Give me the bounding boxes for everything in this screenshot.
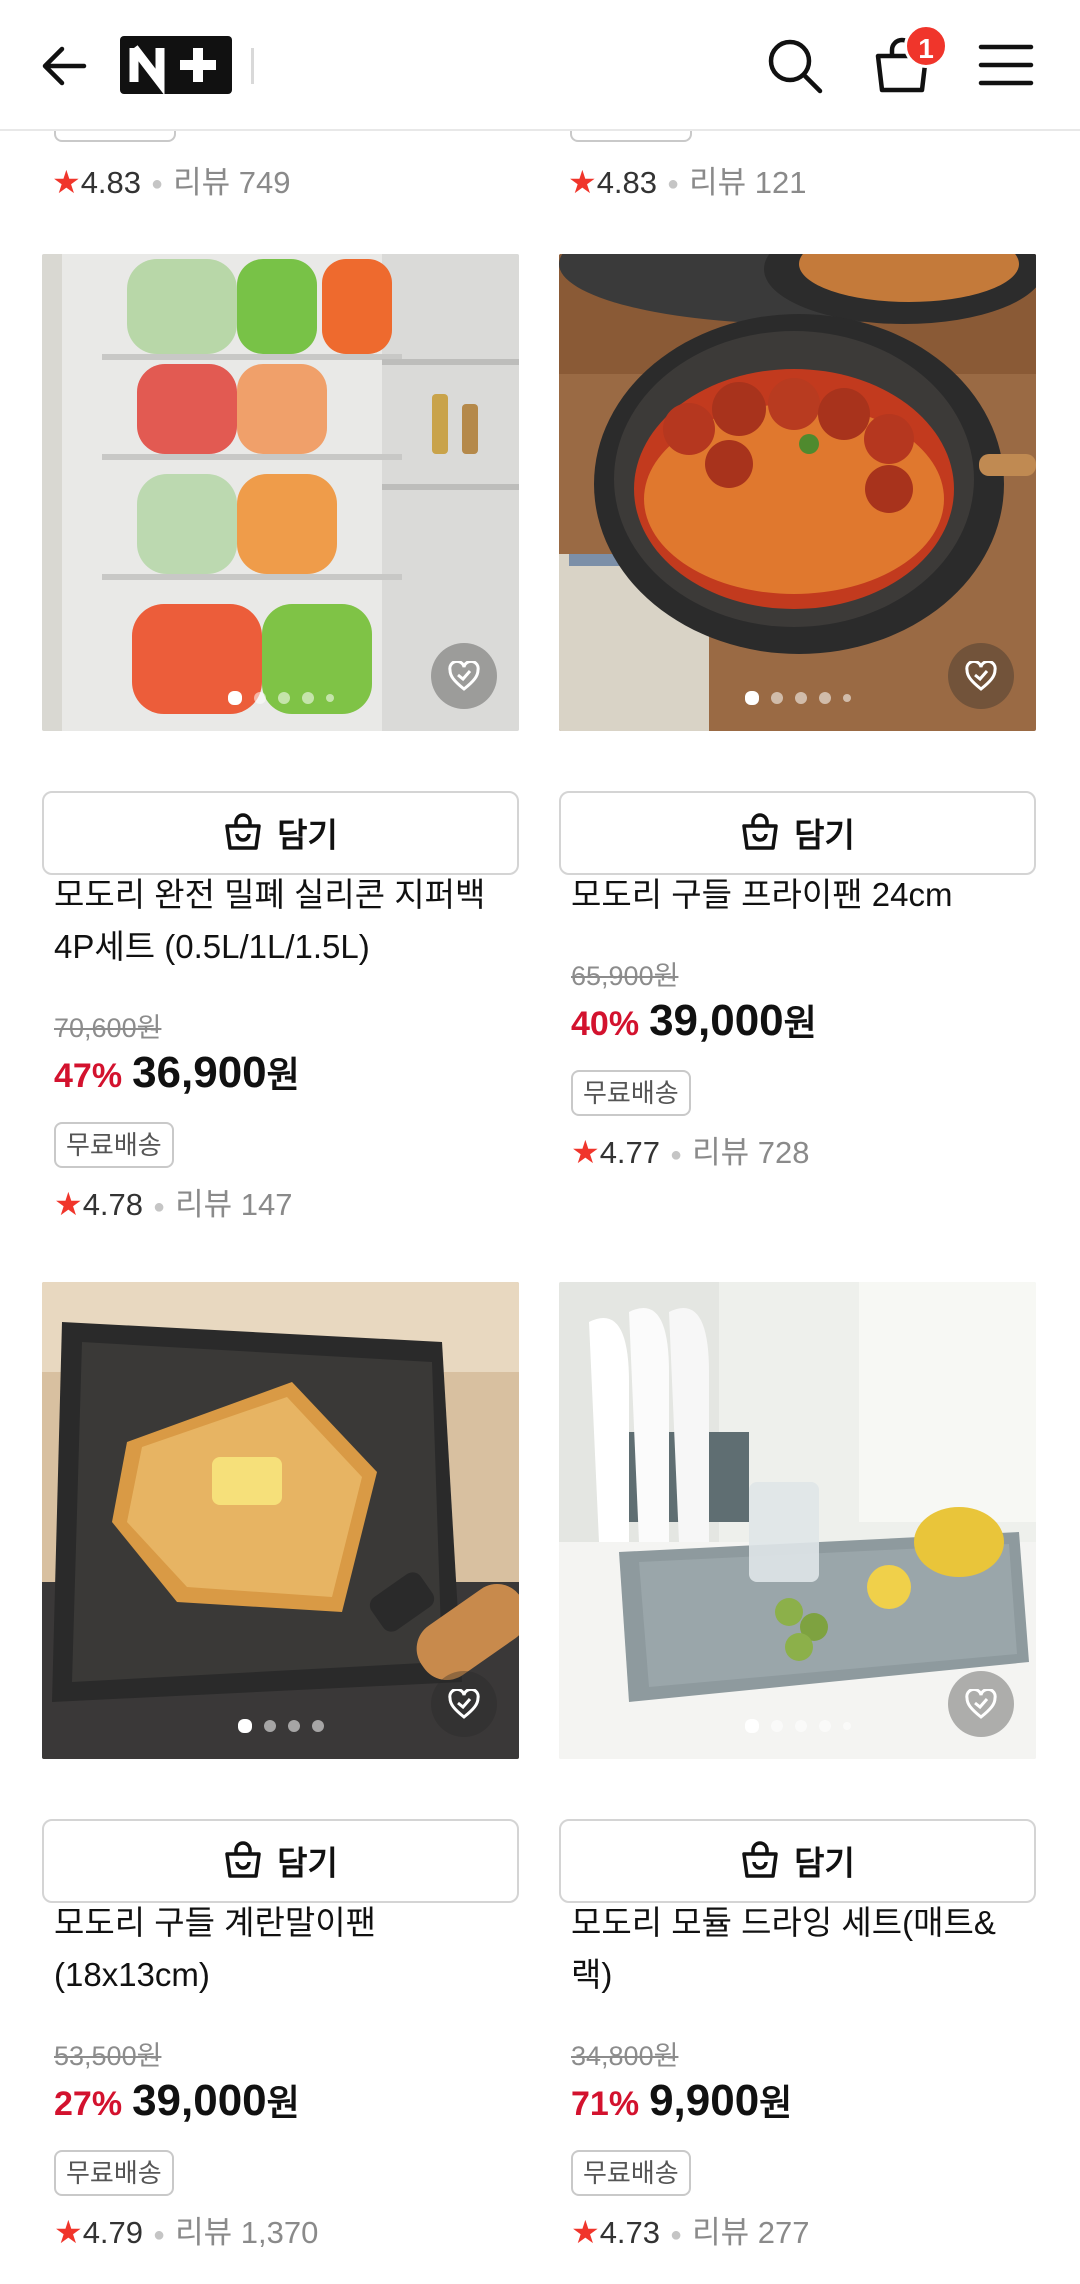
review-label: 리뷰 [175, 1187, 233, 1222]
naver-plus-logo[interactable] [120, 36, 232, 96]
separator-dot: ● [153, 2223, 166, 2246]
rating-value: 4.79 [82, 2215, 144, 2250]
review-count: 121 [754, 165, 807, 200]
shopping-bag-icon [742, 813, 778, 851]
wishlist-heart-button[interactable] [948, 643, 1014, 709]
product-image[interactable] [42, 1282, 519, 1759]
add-button-label: 담기 [794, 1844, 855, 1882]
star-icon: ★ [54, 2214, 83, 2250]
hamburger-menu-icon[interactable] [978, 40, 1034, 90]
separator-dot: ● [151, 173, 164, 196]
free-shipping-tag: 무료배송 [571, 2150, 691, 2196]
shopping-bag-icon [225, 1841, 261, 1879]
review-count: 749 [238, 165, 291, 200]
discount-rate: 47% [54, 1057, 123, 1095]
product-image[interactable] [42, 254, 519, 731]
separator-dot: ● [670, 1143, 683, 1166]
currency-unit: 원 [266, 1054, 300, 1095]
price-box: 53,500원 27% 39,000원 무료배송 ★4.79 ● 리뷰 1,370 [54, 2034, 514, 2257]
review-count: 1,370 [240, 2215, 319, 2250]
discount-rate: 71% [571, 2085, 640, 2123]
sale-price: 39,000 [132, 2076, 267, 2125]
sale-price: 36,900 [132, 1048, 267, 1097]
price-box: 65,900원 40% 39,000원 무료배송 ★4.77 ● 리뷰 728 [571, 954, 1031, 1177]
product-name[interactable]: 모도리 완전 밀폐 실리콘 지퍼백 4P세트 (0.5L/1L/1.5L) [54, 869, 514, 973]
shopping-bag-icon [742, 1841, 778, 1879]
product-image[interactable] [559, 254, 1036, 731]
wishlist-heart-button[interactable] [431, 643, 497, 709]
product-name[interactable]: 모도리 구들 프라이팬 24cm [571, 869, 1031, 921]
top-app-bar: 1 [0, 0, 1080, 131]
sale-price-row: 27% 39,000원 [54, 2073, 514, 2132]
heart-icon [965, 1689, 997, 1719]
currency-unit: 원 [266, 2082, 300, 2123]
discount-rate: 40% [571, 1005, 640, 1043]
sale-price-row: 40% 39,000원 [571, 993, 1031, 1052]
wishlist-heart-button[interactable] [948, 1671, 1014, 1737]
add-button-label: 담기 [277, 816, 338, 854]
rating-value: 4.73 [599, 2215, 661, 2250]
heart-icon [448, 661, 480, 691]
sale-price-row: 71% 9,900원 [571, 2073, 1031, 2132]
rating-value: 4.77 [599, 1135, 661, 1170]
sale-price-row: 47% 36,900원 [54, 1045, 514, 1104]
price-box: 70,600원 47% 36,900원 무료배송 ★4.78 ● 리뷰 147 [54, 1006, 514, 1229]
product-name[interactable]: 모도리 모듈 드라잉 세트(매트&랙) [571, 1897, 1031, 2001]
sale-price: 39,000 [649, 996, 784, 1045]
sale-price: 9,900 [649, 2076, 760, 2125]
price-box: 34,800원 71% 9,900원 무료배송 ★4.73 ● 리뷰 277 [571, 2034, 1031, 2257]
original-price: 70,600원 [54, 1013, 162, 1043]
header-divider [251, 48, 254, 84]
review-count: 728 [757, 1135, 810, 1170]
heart-icon [448, 1689, 480, 1719]
rating-value: 4.78 [82, 1187, 144, 1222]
rating-row: ★4.73 ● 리뷰 277 [571, 2210, 1031, 2257]
wishlist-heart-button[interactable] [431, 1671, 497, 1737]
back-arrow-icon[interactable] [38, 40, 90, 92]
add-button-label: 담기 [794, 816, 855, 854]
add-to-cart-button[interactable]: 담기 [559, 791, 1036, 875]
product-image[interactable] [559, 1282, 1036, 1759]
rating-value: 4.83 [80, 165, 142, 200]
free-shipping-tag: 무료배송 [54, 1122, 174, 1168]
heart-icon [965, 661, 997, 691]
add-to-cart-button[interactable]: 담기 [559, 1819, 1036, 1903]
rating-row: ★4.79 ● 리뷰 1,370 [54, 2210, 514, 2257]
star-icon: ★ [571, 2214, 600, 2250]
review-label: 리뷰 [173, 165, 231, 200]
review-count: 147 [240, 1187, 293, 1222]
original-price: 34,800원 [571, 2041, 679, 2071]
search-icon[interactable] [765, 36, 825, 96]
discount-rate: 27% [54, 2085, 123, 2123]
shopping-bag-icon [225, 813, 261, 851]
star-icon: ★ [571, 1134, 600, 1170]
original-price: 53,500원 [54, 2041, 162, 2071]
star-icon: ★ [568, 164, 597, 200]
review-label: 리뷰 [692, 1135, 750, 1170]
free-shipping-tag: 무료배송 [571, 1070, 691, 1116]
separator-dot: ● [153, 1195, 166, 1218]
star-icon: ★ [52, 164, 81, 200]
separator-dot: ● [670, 2223, 683, 2246]
review-label: 리뷰 [175, 2215, 233, 2250]
add-to-cart-button[interactable]: 담기 [42, 791, 519, 875]
review-label: 리뷰 [689, 165, 747, 200]
rating-row: ★4.83 ● 리뷰 749 [52, 157, 291, 202]
rating-value: 4.83 [596, 165, 658, 200]
add-button-label: 담기 [277, 1844, 338, 1882]
currency-unit: 원 [783, 1002, 817, 1043]
review-label: 리뷰 [692, 2215, 750, 2250]
cart-count-badge: 1 [904, 24, 948, 68]
free-shipping-tag: 무료배송 [54, 2150, 174, 2196]
rating-row: ★4.77 ● 리뷰 728 [571, 1130, 1031, 1177]
currency-unit: 원 [759, 2082, 793, 2123]
product-name[interactable]: 모도리 구들 계란말이팬 (18x13cm) [54, 1897, 514, 2001]
review-count: 277 [757, 2215, 810, 2250]
add-to-cart-button[interactable]: 담기 [42, 1819, 519, 1903]
star-icon: ★ [54, 1186, 83, 1222]
original-price: 65,900원 [571, 961, 679, 991]
separator-dot: ● [667, 173, 680, 196]
rating-row: ★4.83 ● 리뷰 121 [568, 157, 807, 202]
rating-row: ★4.78 ● 리뷰 147 [54, 1182, 514, 1229]
